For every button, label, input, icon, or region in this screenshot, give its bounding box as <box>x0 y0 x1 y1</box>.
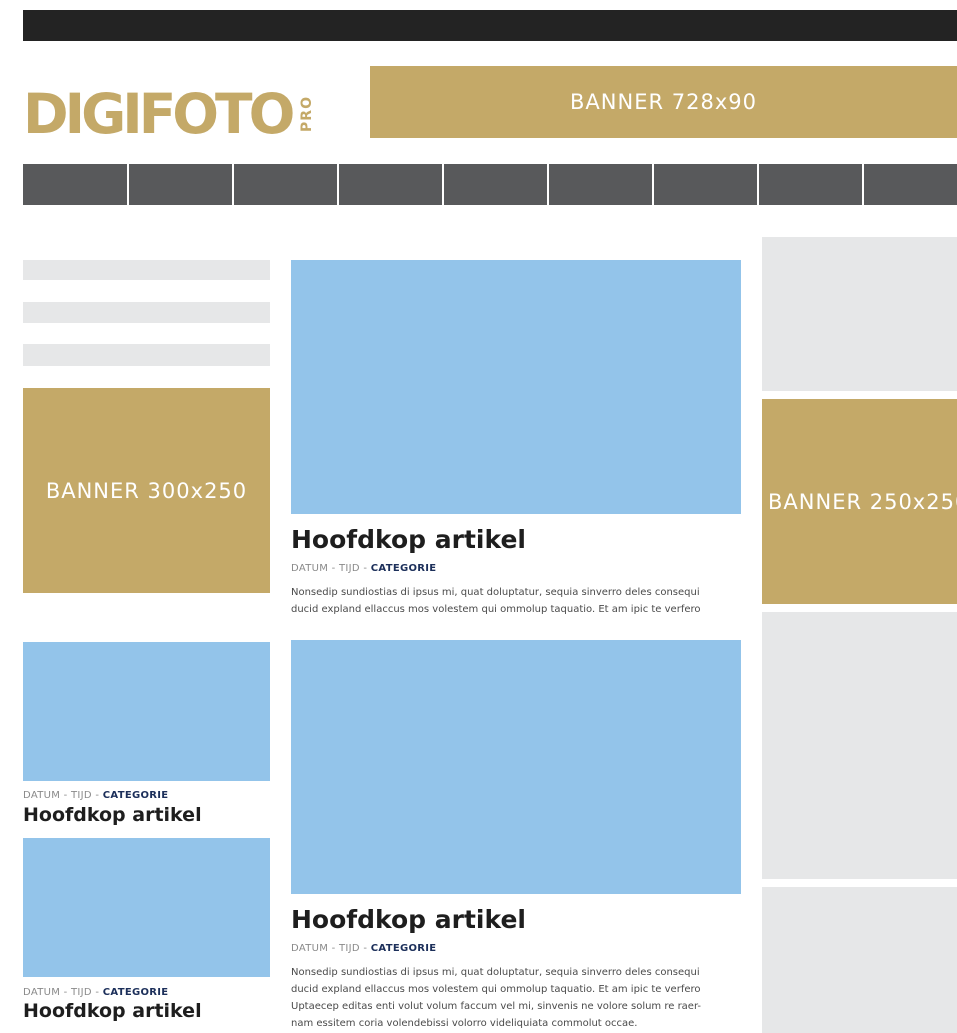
nav-item-3[interactable] <box>234 164 337 205</box>
nav-item-1[interactable] <box>23 164 127 205</box>
side-article-1-image[interactable] <box>23 642 270 781</box>
category-link[interactable]: CATEGORIE <box>103 987 169 998</box>
banner-top[interactable]: BANNER 728x90 <box>370 66 957 138</box>
top-bar <box>23 10 957 41</box>
nav-item-9[interactable] <box>864 164 957 205</box>
side-article-2-image[interactable] <box>23 838 270 977</box>
main-article-2-title[interactable]: Hoofdkop artikel <box>291 905 526 934</box>
side-article-1-meta: DATUM - TIJD - CATEGORIE <box>23 790 168 801</box>
side-article-2-meta: DATUM - TIJD - CATEGORIE <box>23 987 168 998</box>
meta-datetime: DATUM - TIJD - <box>291 943 371 954</box>
excerpt-line: Uptaecep editas enti volut volum faccum … <box>291 1001 702 1012</box>
main-article-1-image[interactable] <box>291 260 741 514</box>
nav-item-6[interactable] <box>549 164 652 205</box>
banner-right[interactable]: BANNER 250x250 <box>762 399 957 604</box>
meta-datetime: DATUM - TIJD - <box>291 563 371 574</box>
left-link-bar-1[interactable] <box>23 260 270 280</box>
nav-item-2[interactable] <box>129 164 232 205</box>
meta-datetime: DATUM - TIJD - <box>23 790 103 801</box>
side-article-1-title[interactable]: Hoofdkop artikel <box>23 804 202 826</box>
banner-right-label: BANNER 250x250 <box>768 489 957 514</box>
nav-item-4[interactable] <box>339 164 442 205</box>
category-link[interactable]: CATEGORIE <box>371 943 437 954</box>
banner-left[interactable]: BANNER 300x250 <box>23 388 270 593</box>
excerpt-line: Nonsedip sundiostias di ipsus mi, quat d… <box>291 587 700 598</box>
nav-item-8[interactable] <box>759 164 862 205</box>
meta-datetime: DATUM - TIJD - <box>23 987 103 998</box>
main-article-2-excerpt: Nonsedip sundiostias di ipsus mi, quat d… <box>291 964 741 1032</box>
nav-item-7[interactable] <box>654 164 757 205</box>
banner-left-label: BANNER 300x250 <box>45 478 248 503</box>
main-nav <box>23 164 957 205</box>
main-article-1-meta: DATUM - TIJD - CATEGORIE <box>291 563 436 574</box>
excerpt-line: nam essitem coria volendebissi volorro v… <box>291 1018 638 1029</box>
excerpt-line: Nonsedip sundiostias di ipsus mi, quat d… <box>291 967 700 978</box>
excerpt-line: ducid expland ellaccus mos volestem qui … <box>291 604 701 615</box>
right-placeholder-2 <box>762 612 957 879</box>
nav-item-5[interactable] <box>444 164 547 205</box>
excerpt-line: ducid expland ellaccus mos volestem qui … <box>291 984 701 995</box>
side-article-2-title[interactable]: Hoofdkop artikel <box>23 1000 202 1022</box>
main-article-1-excerpt: Nonsedip sundiostias di ipsus mi, quat d… <box>291 584 741 618</box>
right-placeholder-1 <box>762 237 957 391</box>
left-link-bar-3[interactable] <box>23 344 270 366</box>
main-article-2-image[interactable] <box>291 640 741 894</box>
left-link-bar-2[interactable] <box>23 302 270 323</box>
category-link[interactable]: CATEGORIE <box>371 563 437 574</box>
main-article-1-title[interactable]: Hoofdkop artikel <box>291 525 526 554</box>
category-link[interactable]: CATEGORIE <box>103 790 169 801</box>
banner-top-label: BANNER 728x90 <box>570 90 757 114</box>
logo-text: DIGIFOTO <box>23 81 295 146</box>
right-placeholder-3 <box>762 887 957 1033</box>
logo-suffix: PRO <box>299 96 316 132</box>
site-logo[interactable]: DIGIFOTO PRO <box>23 84 323 144</box>
main-article-2-meta: DATUM - TIJD - CATEGORIE <box>291 943 436 954</box>
